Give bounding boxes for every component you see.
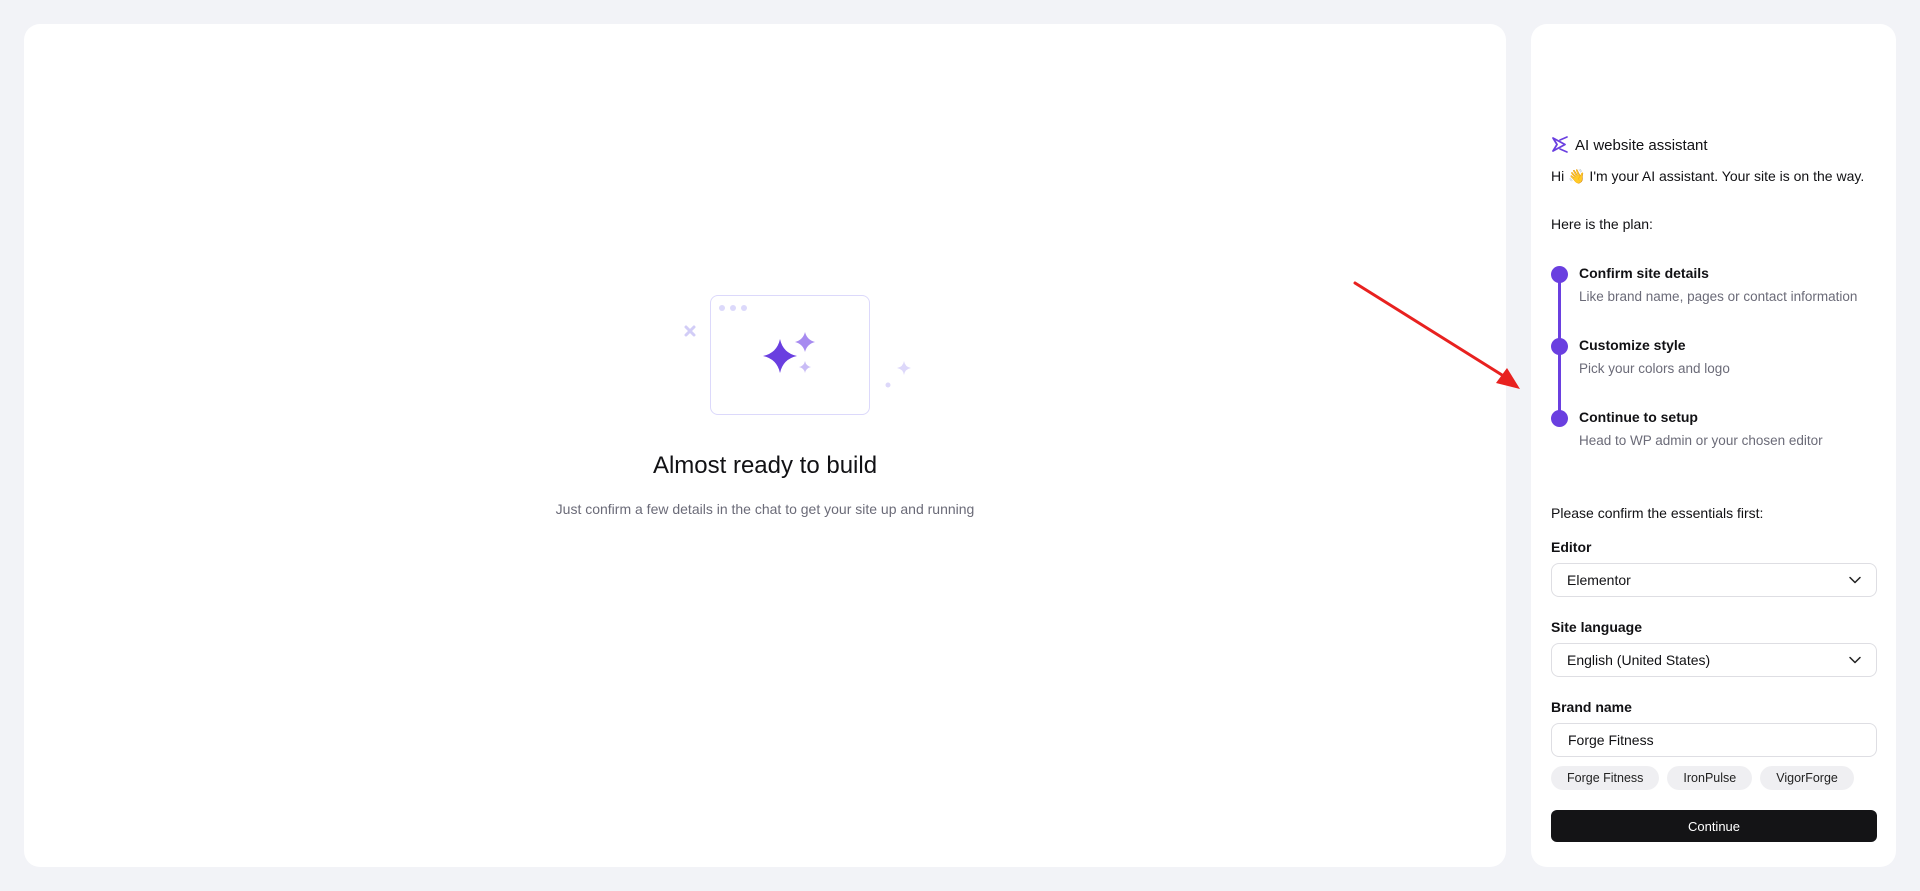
assistant-header: AI website assistant — [1551, 136, 1708, 154]
step-description: Like brand name, pages or contact inform… — [1579, 289, 1858, 304]
step-bullet — [1551, 266, 1568, 283]
step-title: Confirm site details — [1579, 265, 1709, 281]
editor-select[interactable]: Elementor — [1551, 563, 1877, 597]
assistant-greeting: Hi 👋 I'm your AI assistant. Your site is… — [1551, 168, 1865, 184]
assistant-panel: AI website assistant Hi 👋 I'm your AI as… — [1531, 24, 1896, 867]
chevron-down-icon — [1849, 656, 1861, 664]
brand-name-input[interactable] — [1551, 723, 1877, 757]
step-description: Pick your colors and logo — [1579, 361, 1730, 376]
chevron-down-icon — [1849, 576, 1861, 584]
step-title: Customize style — [1579, 337, 1686, 353]
page-subtitle: Just confirm a few details in the chat t… — [555, 501, 975, 517]
confirm-intro: Please confirm the essentials first: — [1551, 505, 1764, 521]
step-description: Head to WP admin or your chosen editor — [1579, 433, 1823, 448]
annotation-arrow-icon — [1353, 281, 1520, 389]
assistant-title: AI website assistant — [1575, 136, 1708, 154]
brand-suggestion-chip[interactable]: VigorForge — [1760, 766, 1854, 790]
assistant-logo-icon — [1552, 136, 1568, 153]
language-label: Site language — [1551, 619, 1643, 635]
editor-value: Elementor — [1567, 572, 1631, 588]
page-title: Almost ready to build — [652, 452, 878, 479]
brand-suggestion-chip[interactable]: Forge Fitness — [1551, 766, 1660, 790]
language-value: English (United States) — [1567, 652, 1711, 668]
step-bullet — [1551, 338, 1568, 355]
main-panel: Almost ready to build Just confirm a few… — [24, 24, 1506, 867]
continue-button[interactable]: Continue — [1551, 810, 1877, 842]
brand-suggestion-chip[interactable]: IronPulse — [1667, 766, 1753, 790]
step-bullet — [1551, 410, 1568, 427]
sparkle-icon — [763, 332, 815, 373]
brand-name-label: Brand name — [1551, 699, 1632, 715]
sparkle-illustration — [674, 289, 924, 429]
brand-suggestions: Forge Fitness IronPulse VigorForge — [1551, 766, 1854, 790]
step-title: Continue to setup — [1579, 409, 1698, 425]
browser-window-icon — [710, 295, 870, 415]
editor-label: Editor — [1551, 539, 1592, 555]
language-select[interactable]: English (United States) — [1551, 643, 1877, 677]
plan-intro: Here is the plan: — [1551, 216, 1653, 232]
